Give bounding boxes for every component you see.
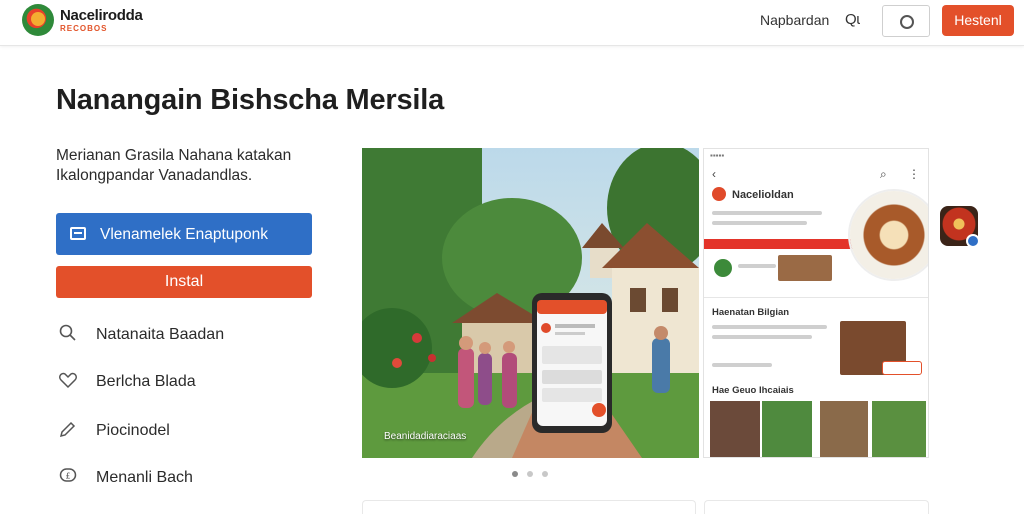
action-chip bbox=[882, 361, 922, 375]
food-dish-image bbox=[850, 191, 928, 279]
gallery-thumbnail bbox=[872, 401, 926, 457]
mockup-nav: ‹ ⌕ ⋮ bbox=[712, 167, 922, 181]
page-description: Merianan Grasila Nahana katakan Ikalongp… bbox=[56, 147, 292, 184]
text-placeholder bbox=[712, 335, 812, 339]
feature-label: Piocinodel bbox=[96, 422, 170, 439]
carousel-dot[interactable] bbox=[527, 471, 533, 477]
mockup-brand-name: Nacelioldan bbox=[732, 189, 794, 201]
top-nav-bar: Nacelirodda RECOBOS Napbardan Qɩ Hestenl bbox=[0, 0, 1024, 46]
more-icon: ⋮ bbox=[908, 167, 920, 181]
text-placeholder bbox=[712, 221, 807, 225]
circle-icon bbox=[900, 15, 914, 29]
gallery-thumbnail bbox=[710, 401, 760, 457]
category-icon bbox=[714, 259, 732, 277]
primary-action-button[interactable]: Vlenamelek Enaptuponk bbox=[56, 213, 312, 255]
header-cta-button[interactable]: Hestenl bbox=[942, 5, 1014, 36]
village-photo: Beanidadiaraciaas bbox=[362, 148, 699, 458]
heart-icon bbox=[56, 370, 80, 394]
nav-link[interactable]: Napbardan bbox=[760, 12, 829, 28]
gallery-thumbnail bbox=[820, 401, 868, 457]
text-placeholder bbox=[712, 325, 827, 329]
feature-label: Berlcha Blada bbox=[96, 373, 196, 390]
product-image bbox=[778, 255, 832, 281]
mockup-section-title: Haenatan Bilgian bbox=[712, 307, 790, 318]
text-placeholder bbox=[712, 211, 822, 215]
nav-search-link[interactable]: Qɩ bbox=[845, 11, 860, 28]
page-title: Nanangain Bishscha Mersila bbox=[56, 84, 445, 116]
mockup-logo bbox=[712, 187, 726, 201]
carousel-dot[interactable] bbox=[542, 471, 548, 477]
app-mockup-screen: ▪▪▪▪▪ ‹ ⌕ ⋮ Nacelioldan Haenatan Bilgian… bbox=[703, 148, 929, 458]
carousel-indicator bbox=[512, 464, 557, 482]
floating-app-icon[interactable] bbox=[940, 206, 980, 248]
status-bar: ▪▪▪▪▪ bbox=[710, 151, 725, 160]
promo-bar bbox=[704, 239, 854, 249]
feature-label: Natanaita Baadan bbox=[96, 326, 225, 343]
search-icon bbox=[56, 323, 80, 347]
mockup-section-title: Hae Geuo Ihcaiais bbox=[712, 385, 794, 396]
window-icon bbox=[70, 227, 86, 240]
search-icon: ⌕ bbox=[880, 167, 887, 181]
text-placeholder bbox=[738, 264, 776, 268]
gallery-thumbnail bbox=[762, 401, 812, 457]
carousel-dot[interactable] bbox=[512, 471, 518, 477]
brand-tagline: RECOBOS bbox=[60, 24, 108, 33]
media-carousel[interactable]: Beanidadiaraciaas ▪▪▪▪▪ ‹ ⌕ ⋮ Naceliolda… bbox=[362, 148, 929, 458]
divider bbox=[704, 297, 928, 298]
back-icon: ‹ bbox=[712, 167, 716, 181]
feature-label: Menanli Bach bbox=[96, 469, 193, 486]
chat-icon: £ bbox=[56, 466, 80, 490]
brand-name[interactable]: Nacelirodda bbox=[60, 7, 143, 24]
primary-action-label: Vlenamelek Enaptuponk bbox=[100, 226, 269, 243]
text-placeholder bbox=[712, 363, 772, 367]
account-button[interactable] bbox=[882, 5, 930, 37]
pen-icon bbox=[56, 419, 80, 443]
photo-caption: Beanidadiaraciaas bbox=[384, 431, 467, 442]
install-button[interactable]: Instal bbox=[56, 266, 312, 298]
brand-logo[interactable] bbox=[22, 4, 54, 36]
svg-text:£: £ bbox=[65, 472, 70, 481]
